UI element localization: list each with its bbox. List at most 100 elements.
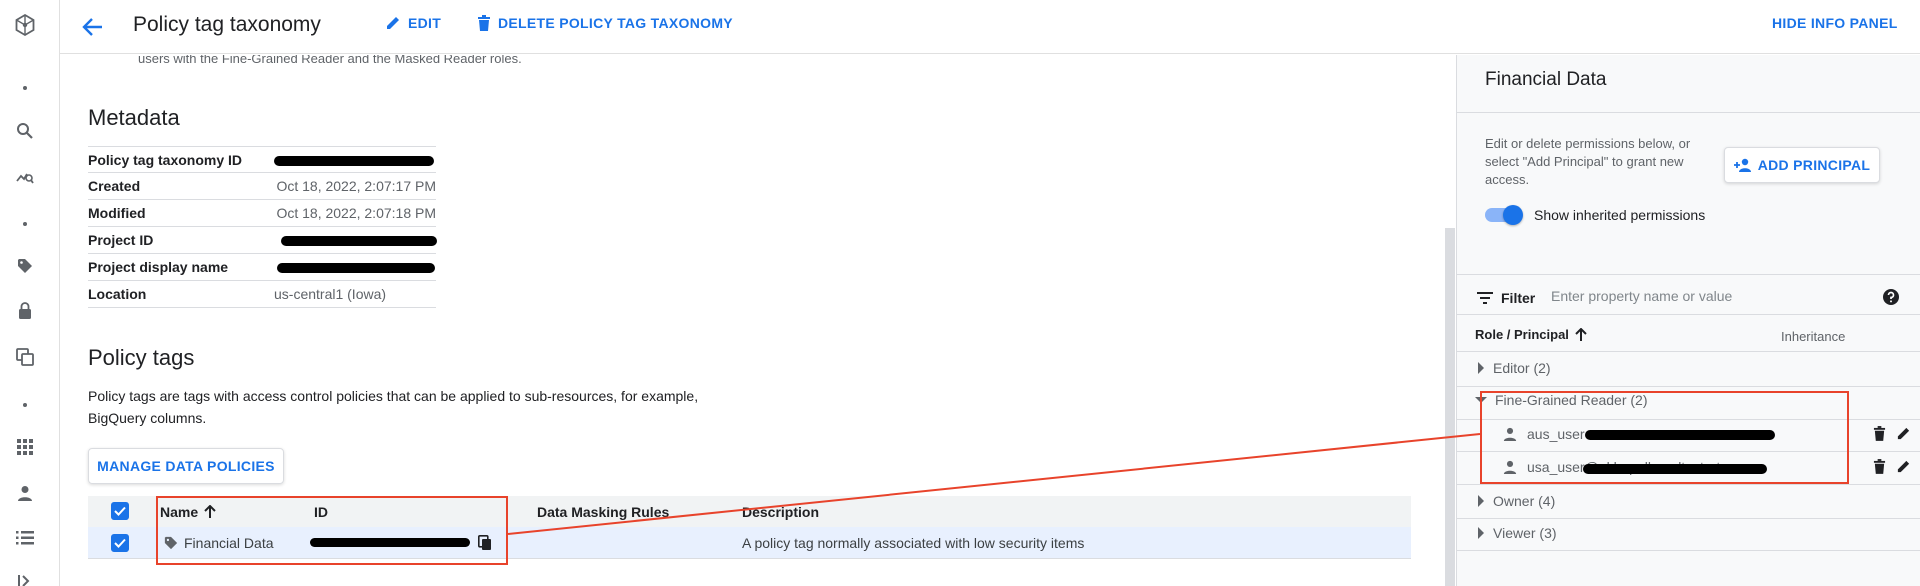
trash-icon[interactable]: [1873, 459, 1886, 474]
role-principal-label: Role / Principal: [1475, 327, 1569, 342]
group-editor[interactable]: Editor (2): [1477, 360, 1551, 376]
row-checkbox[interactable]: [111, 534, 129, 552]
divider: [1457, 484, 1920, 485]
group-label: Editor (2): [1493, 360, 1551, 376]
divider: [1457, 518, 1920, 519]
metadata-row: Policy tag taxonomy ID: [88, 146, 436, 173]
inherited-permissions-toggle[interactable]: [1485, 205, 1525, 225]
highlight-box-fine-grained-reader: [1480, 391, 1849, 484]
copy-layers-icon[interactable]: [15, 347, 35, 367]
divider: [1457, 550, 1920, 551]
metadata-row: Modified Oct 18, 2022, 2:07:18 PM: [88, 200, 436, 227]
metadata-heading: Metadata: [88, 105, 180, 130]
member-actions: [1873, 426, 1911, 441]
info-panel: Financial Data Edit or delete permission…: [1456, 55, 1920, 586]
top-bar: Policy tag taxonomy EDIT DELETE POLICY T…: [60, 0, 1920, 54]
nav-dot: [23, 86, 27, 90]
insights-icon[interactable]: [15, 167, 35, 187]
group-label: Owner (4): [1493, 493, 1556, 509]
expand-rail-icon[interactable]: [15, 571, 35, 586]
group-viewer[interactable]: Viewer (3): [1477, 525, 1557, 541]
pencil-icon[interactable]: [1896, 459, 1911, 474]
role-principal-header[interactable]: Role / Principal: [1475, 327, 1587, 342]
help-icon[interactable]: [1883, 289, 1899, 305]
metadata-value-redacted: [273, 254, 436, 280]
group-label: Viewer (3): [1493, 525, 1557, 541]
metadata-value: Oct 18, 2022, 2:07:17 PM: [276, 178, 436, 194]
pencil-icon[interactable]: [1896, 426, 1911, 441]
panel-description: Edit or delete permissions below, or sel…: [1485, 136, 1691, 187]
metadata-key: Location: [88, 286, 147, 302]
metadata-key: Modified: [88, 205, 146, 221]
product-logo-icon[interactable]: [13, 13, 37, 37]
redaction-mark: [274, 155, 434, 166]
filter-icon: [1477, 292, 1493, 304]
metadata-row: Project ID: [88, 227, 437, 254]
member-actions: [1873, 459, 1911, 474]
trash-icon: [477, 15, 491, 31]
policy-tags-description: Policy tags are tags with access control…: [88, 388, 699, 426]
delete-label: DELETE POLICY TAG TAXONOMY: [498, 15, 733, 31]
divider: [1457, 112, 1920, 113]
caret-right-icon: [1477, 527, 1485, 539]
add-principal-button[interactable]: ADD PRINCIPAL: [1724, 147, 1880, 183]
select-all-checkbox[interactable]: [111, 502, 129, 520]
col-masking-header: Data Masking Rules: [537, 503, 670, 520]
metadata-value-redacted: [273, 227, 437, 253]
delete-taxonomy-button[interactable]: DELETE POLICY TAG TAXONOMY: [477, 15, 733, 31]
divider: [1457, 386, 1920, 387]
metadata-row: Project display name: [88, 254, 436, 281]
add-person-icon: [1733, 158, 1752, 172]
metadata-key: Created: [88, 178, 141, 194]
metadata-value: us-central1 (Iowa): [274, 286, 387, 302]
add-principal-label: ADD PRINCIPAL: [1757, 157, 1871, 173]
edit-label: EDIT: [408, 15, 442, 31]
caret-right-icon: [1477, 362, 1485, 374]
person-icon[interactable]: [15, 483, 35, 503]
metadata-key: Project ID: [88, 232, 154, 248]
edit-button[interactable]: EDIT: [385, 15, 441, 31]
metadata-row: Location us-central1 (Iowa): [88, 281, 436, 308]
scrollbar[interactable]: [1445, 228, 1455, 586]
page-title: Policy tag taxonomy: [133, 13, 321, 36]
metadata-table: Policy tag taxonomy ID Created Oct 18, 2…: [88, 146, 437, 308]
nav-dot: [23, 222, 27, 226]
arrow-up-icon: [1575, 327, 1587, 342]
tag-icon[interactable]: [15, 256, 35, 276]
lock-icon[interactable]: [15, 301, 35, 321]
redaction-mark: [277, 263, 435, 273]
divider: [1457, 351, 1920, 352]
inheritance-header: Inheritance: [1781, 329, 1846, 344]
back-arrow-icon[interactable]: [80, 14, 106, 40]
filter-control[interactable]: Filter: [1477, 290, 1535, 306]
pencil-icon: [385, 15, 401, 31]
metadata-key: Project display name: [88, 259, 229, 275]
metadata-value: Oct 18, 2022, 2:07:18 PM: [276, 205, 436, 221]
metadata-row: Created Oct 18, 2022, 2:07:17 PM: [88, 173, 436, 200]
toggle-knob: [1503, 205, 1523, 225]
row-description: A policy tag normally associated with lo…: [742, 534, 1085, 551]
caret-right-icon: [1477, 495, 1485, 507]
divider: [1457, 314, 1920, 315]
filter-input[interactable]: Enter property name or value: [1551, 288, 1732, 304]
panel-title: Financial Data: [1485, 69, 1607, 90]
hide-info-panel-button[interactable]: HIDE INFO PANEL: [1772, 15, 1898, 31]
group-owner[interactable]: Owner (4): [1477, 493, 1555, 509]
grid-apps-icon[interactable]: [15, 437, 35, 457]
list-icon[interactable]: [15, 528, 35, 548]
divider: [1457, 274, 1920, 275]
search-icon[interactable]: [15, 121, 35, 141]
toggle-label: Show inherited permissions: [1534, 207, 1706, 223]
policy-tags-heading: Policy tags: [88, 345, 195, 370]
left-nav-rail: [0, 0, 60, 586]
truncated-description: users with the Fine-Grained Reader and t…: [138, 55, 522, 66]
trash-icon[interactable]: [1873, 426, 1886, 441]
nav-dot: [23, 403, 27, 407]
manage-data-policies-button[interactable]: MANAGE DATA POLICIES: [88, 448, 284, 484]
metadata-key: Policy tag taxonomy ID: [88, 151, 243, 168]
metadata-value-redacted: [273, 147, 436, 173]
redaction-mark: [281, 236, 437, 246]
filter-label: Filter: [1501, 290, 1536, 306]
col-description-header: Description: [742, 503, 820, 520]
highlight-box-table-row: [156, 496, 508, 565]
